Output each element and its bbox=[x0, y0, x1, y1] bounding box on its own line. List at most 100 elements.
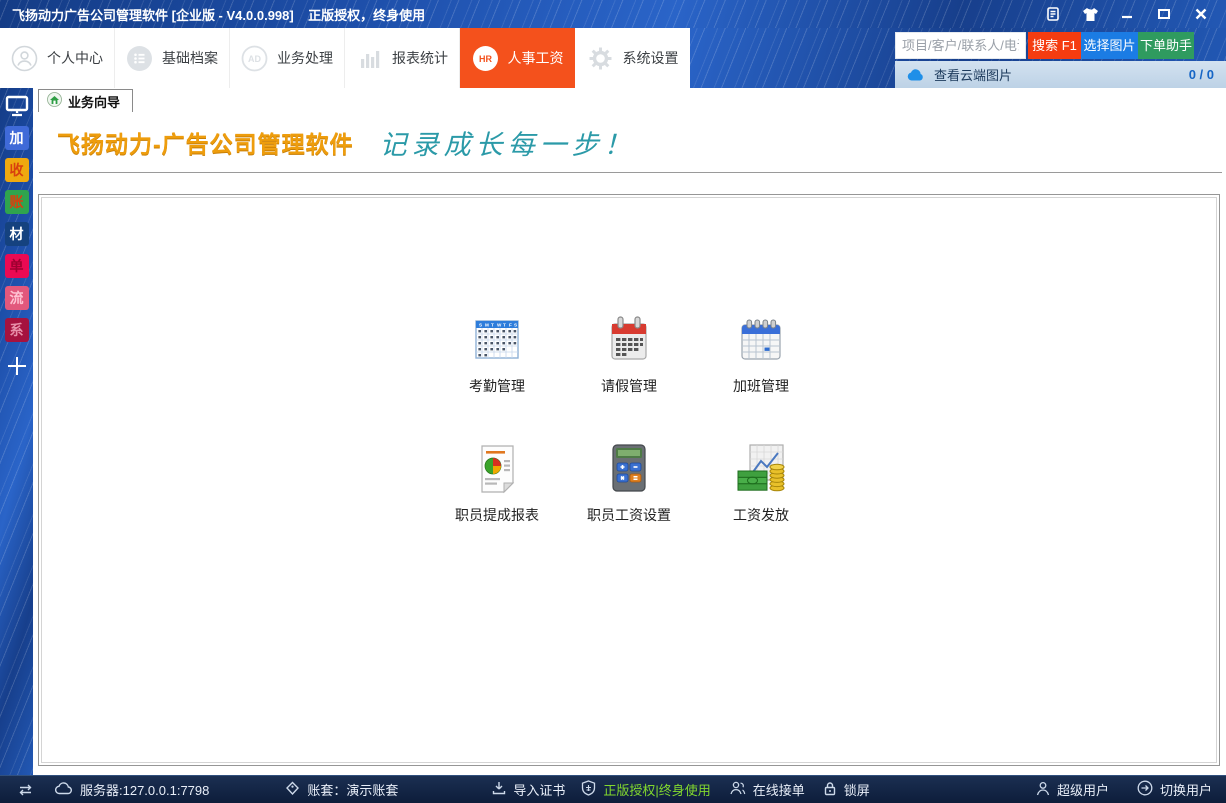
server-status: 服务器:127.0.0.1:7798 bbox=[55, 780, 209, 799]
overtime-calendar-icon bbox=[735, 313, 787, 365]
wizard-item-overtime[interactable]: 加班管理 bbox=[706, 313, 816, 396]
wizard-item-leave[interactable]: 请假管理 bbox=[574, 313, 684, 396]
user-icon bbox=[1036, 781, 1050, 799]
wizard-item-salary-settings[interactable]: 职员工资设置 bbox=[574, 442, 684, 525]
quick-sidebar: 加 收 账 材 单 流 系 bbox=[0, 88, 33, 775]
license-status: 正版授权|终身使用 bbox=[581, 780, 710, 799]
cloud-image-counter: 0 / 0 bbox=[1189, 67, 1214, 82]
ad-circle-icon: AD bbox=[241, 45, 268, 72]
leave-calendar-icon bbox=[603, 313, 655, 365]
users-icon bbox=[729, 781, 746, 798]
svg-text:F: F bbox=[509, 322, 512, 327]
lock-icon bbox=[823, 781, 837, 799]
attendance-calendar-icon: SMTWTFS bbox=[471, 313, 523, 365]
tab-business-processing[interactable]: AD 业务处理 bbox=[230, 28, 345, 88]
titlebar: 飞扬动力广告公司管理软件 [企业版 - V4.0.0.998] 正版授权，终身使… bbox=[0, 0, 1226, 28]
sidebar-item-add[interactable]: 加 bbox=[5, 126, 29, 150]
main-navbar: 个人中心 基础档案 AD 业务处理 报表统计 HR 人事工资 bbox=[0, 28, 1226, 88]
maximize-icon[interactable] bbox=[1153, 5, 1175, 23]
salary-calculator-icon bbox=[603, 442, 655, 494]
wizard-item-label: 考勤管理 bbox=[469, 376, 525, 396]
cloud-bar-label: 查看云端图片 bbox=[934, 65, 1012, 84]
close-icon[interactable] bbox=[1190, 5, 1212, 23]
lock-screen-button[interactable]: 锁屏 bbox=[823, 780, 870, 799]
nav-tabs: 个人中心 基础档案 AD 业务处理 报表统计 HR 人事工资 bbox=[0, 28, 690, 88]
nav-tab-label: 报表统计 bbox=[392, 48, 448, 68]
order-helper-button[interactable]: 下单助手 bbox=[1138, 32, 1194, 59]
wizard-item-salary-payout[interactable]: 工资发放 bbox=[706, 442, 816, 525]
tab-business-wizard[interactable]: 业务向导 bbox=[38, 89, 133, 112]
nav-tab-label: 个人中心 bbox=[47, 48, 103, 68]
bar-chart-icon bbox=[356, 45, 383, 72]
svg-text:M: M bbox=[485, 322, 489, 327]
document-tabstrip: 业务向导 bbox=[33, 88, 1226, 112]
theme-shirt-icon[interactable] bbox=[1079, 5, 1101, 23]
search-button[interactable]: 搜索 F1 bbox=[1028, 32, 1081, 59]
gear-icon bbox=[587, 45, 614, 72]
online-orders-button[interactable]: 在线接单 bbox=[729, 780, 805, 799]
wizard-grid: SMTWTFS 考勤管理 bbox=[39, 313, 1219, 525]
current-user-label: 超级用户 bbox=[1057, 780, 1109, 799]
tab-basic-archives[interactable]: 基础档案 bbox=[115, 28, 230, 88]
wizard-item-attendance[interactable]: SMTWTFS 考勤管理 bbox=[442, 313, 552, 396]
statusbar: 服务器:127.0.0.1:7798 账套：演示账套 导入证书 正版授权|终身使… bbox=[0, 775, 1226, 803]
sidebar-item-material[interactable]: 材 bbox=[5, 222, 29, 246]
account-set: 账套：演示账套 bbox=[285, 780, 398, 799]
pick-image-button[interactable]: 选择图片 bbox=[1081, 32, 1138, 59]
commission-report-icon bbox=[471, 442, 523, 494]
sidebar-item-system[interactable]: 系 bbox=[5, 318, 29, 342]
window-title: 飞扬动力广告公司管理软件 [企业版 - V4.0.0.998] 正版授权，终身使… bbox=[12, 5, 425, 24]
tab-report-statistics[interactable]: 报表统计 bbox=[345, 28, 460, 88]
window-controls bbox=[1042, 5, 1226, 23]
nav-search-area: 搜索 F1 选择图片 下单助手 查看云端图片 0 / 0 bbox=[690, 28, 1226, 88]
search-input[interactable] bbox=[895, 32, 1026, 59]
svg-text:T: T bbox=[503, 322, 506, 327]
cloud-icon bbox=[907, 69, 925, 81]
brand-banner: 飞扬动力-广告公司管理软件 记录成长每一步！ bbox=[39, 112, 1222, 173]
svg-text:S: S bbox=[514, 322, 517, 327]
sync-icon[interactable] bbox=[18, 784, 33, 796]
work-area: 业务向导 飞扬动力-广告公司管理软件 记录成长每一步！ SMTWTFS bbox=[33, 88, 1226, 775]
log-icon[interactable] bbox=[1042, 5, 1064, 23]
svg-text:HR: HR bbox=[479, 54, 492, 64]
account-text: 账套：演示账套 bbox=[307, 780, 398, 799]
nav-tab-label: 人事工资 bbox=[508, 48, 564, 68]
switch-user-button[interactable]: 切换用户 bbox=[1137, 780, 1212, 799]
nav-tab-label: 基础档案 bbox=[162, 48, 218, 68]
list-circle-icon bbox=[126, 45, 153, 72]
wizard-item-label: 职员提成报表 bbox=[455, 505, 539, 525]
tab-system-settings[interactable]: 系统设置 bbox=[575, 28, 690, 88]
sidebar-item-receive[interactable]: 收 bbox=[5, 158, 29, 182]
online-orders-label: 在线接单 bbox=[753, 780, 805, 799]
wizard-item-commission-report[interactable]: 职员提成报表 bbox=[442, 442, 552, 525]
doc-tab-label: 业务向导 bbox=[68, 92, 120, 111]
license-shield-icon bbox=[581, 780, 596, 799]
wizard-item-label: 加班管理 bbox=[733, 376, 789, 396]
home-icon bbox=[47, 92, 62, 110]
tab-personal-center[interactable]: 个人中心 bbox=[0, 28, 115, 88]
svg-text:T: T bbox=[491, 322, 494, 327]
hr-circle-icon: HR bbox=[472, 45, 499, 72]
switch-user-label: 切换用户 bbox=[1160, 780, 1212, 799]
svg-text:W: W bbox=[497, 322, 502, 327]
wizard-item-label: 工资发放 bbox=[733, 505, 789, 525]
wizard-item-label: 职员工资设置 bbox=[587, 505, 671, 525]
sidebar-item-account[interactable]: 账 bbox=[5, 190, 29, 214]
add-shortcut-icon[interactable] bbox=[5, 354, 29, 378]
tag-icon bbox=[285, 781, 300, 799]
monitor-icon[interactable] bbox=[5, 95, 29, 117]
view-cloud-images-bar[interactable]: 查看云端图片 0 / 0 bbox=[895, 61, 1226, 88]
import-cert-button[interactable]: 导入证书 bbox=[492, 780, 565, 799]
nav-tab-label: 系统设置 bbox=[623, 48, 679, 68]
sidebar-item-order[interactable]: 单 bbox=[5, 254, 29, 278]
nav-tab-label: 业务处理 bbox=[277, 48, 333, 68]
lock-screen-label: 锁屏 bbox=[844, 780, 870, 799]
minimize-icon[interactable] bbox=[1116, 5, 1138, 23]
switch-arrow-icon bbox=[1137, 780, 1153, 799]
sidebar-item-flow[interactable]: 流 bbox=[5, 286, 29, 310]
current-user-button[interactable]: 超级用户 bbox=[1036, 780, 1109, 799]
tab-hr-payroll[interactable]: HR 人事工资 bbox=[460, 28, 575, 88]
download-icon bbox=[492, 781, 506, 798]
salary-payout-icon bbox=[735, 442, 787, 494]
svg-text:AD: AD bbox=[248, 54, 261, 64]
